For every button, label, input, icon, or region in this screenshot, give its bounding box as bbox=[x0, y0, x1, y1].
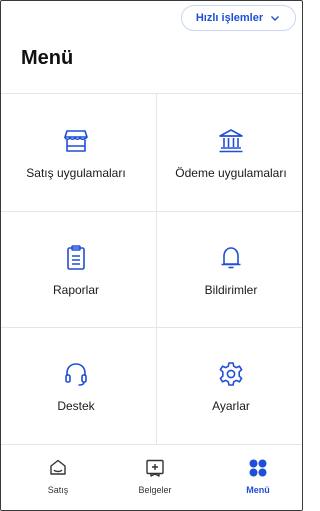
chevron-down-icon bbox=[271, 16, 280, 21]
clipboard-icon bbox=[61, 243, 91, 273]
nav-item-documents[interactable]: Belgeler bbox=[115, 457, 195, 495]
page-title: Menü bbox=[21, 47, 74, 69]
nav-item-label: Satış bbox=[47, 485, 69, 495]
menu-item-payment-apps[interactable]: Ödeme uygulamaları bbox=[156, 94, 302, 211]
nav-item-label: Belgeler bbox=[138, 485, 172, 495]
nav-item-sales[interactable]: Satış bbox=[18, 457, 98, 495]
menu-item-label: Destek bbox=[57, 398, 95, 413]
documents-icon bbox=[146, 459, 164, 477]
menu-item-label: Satış uygulamaları bbox=[26, 165, 126, 180]
nav-item-menu[interactable]: Menü bbox=[218, 457, 298, 495]
bell-icon bbox=[216, 243, 246, 273]
sales-icon bbox=[50, 459, 66, 475]
menu-item-settings[interactable]: Ayarlar bbox=[156, 327, 302, 444]
menu-item-label: Bildirimler bbox=[204, 282, 258, 297]
quick-actions-button[interactable]: Hızlı işlemler bbox=[181, 5, 296, 31]
menu-item-sales-apps[interactable]: Satış uygulamaları bbox=[1, 94, 151, 211]
menu-item-label: Ayarlar bbox=[212, 398, 250, 413]
gear-icon bbox=[216, 359, 246, 389]
menu-item-support[interactable]: Destek bbox=[1, 327, 151, 444]
app-frame: Hızlı işlemler Menü Satış uygulamaları Ö… bbox=[0, 0, 303, 511]
bottom-navigation: Satış Belgeler Menü bbox=[1, 444, 302, 510]
menu-grid: Satış uygulamaları Ödeme uygulamaları Ra… bbox=[1, 93, 302, 444]
menu-item-label: Ödeme uygulamaları bbox=[175, 165, 287, 180]
menu-item-reports[interactable]: Raporlar bbox=[1, 211, 151, 328]
headset-icon bbox=[61, 359, 91, 389]
nav-item-label: Menü bbox=[246, 485, 270, 495]
bank-icon bbox=[216, 126, 246, 156]
menu-item-notifications[interactable]: Bildirimler bbox=[156, 211, 302, 328]
menu-item-label: Raporlar bbox=[52, 282, 100, 297]
storefront-icon bbox=[61, 126, 91, 156]
menu-grid-icon bbox=[249, 459, 267, 477]
quick-actions-label: Hızlı işlemler bbox=[195, 12, 264, 24]
